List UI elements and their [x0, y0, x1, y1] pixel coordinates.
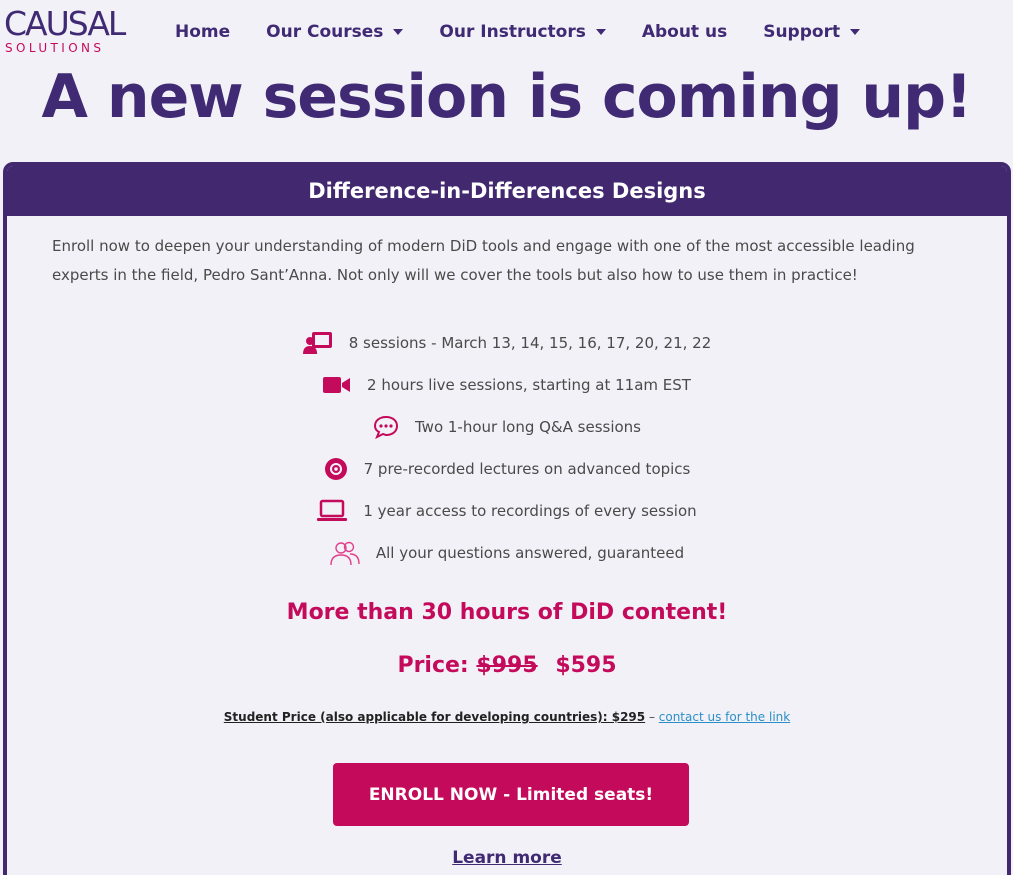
feature-item: 7 pre-recorded lectures on advanced topi… [7, 448, 1007, 490]
nav-home[interactable]: Home [175, 22, 230, 42]
users-icon [330, 541, 360, 566]
content-highlight: More than 30 hours of DiD content! [286, 600, 728, 625]
price-new: $595 [555, 653, 617, 678]
chevron-down-icon [850, 29, 861, 35]
nav-our-courses[interactable]: Our Courses [266, 22, 404, 42]
feature-item: Two 1-hour long Q&A sessions [7, 406, 1007, 448]
nav-support[interactable]: Support [763, 22, 861, 42]
nav-our-instructors-label: Our Instructors [439, 22, 586, 42]
feature-list: 8 sessions - March 13, 14, 15, 16, 17, 2… [7, 322, 1007, 574]
nav-home-label: Home [175, 22, 231, 42]
price-line: Price: $995 $595 [7, 653, 1007, 678]
page: CAUSAL SOLUTIONS Home Our Courses Our In… [0, 0, 1013, 875]
feature-text: 1 year access to recordings of every ses… [363, 502, 697, 520]
laptop-icon [317, 499, 348, 521]
price-label: Price: [397, 653, 469, 678]
feature-text: 2 hours live sessions, starting at 11am … [367, 376, 691, 394]
logo-sub-text: SOLUTIONS [5, 41, 105, 55]
page-headline: A new session is coming up! [41, 62, 973, 132]
logo[interactable]: CAUSAL SOLUTIONS [4, 6, 126, 56]
chat-bubble-icon [373, 415, 399, 439]
learn-more-link[interactable]: Learn more [7, 848, 1007, 868]
feature-text: 7 pre-recorded lectures on advanced topi… [363, 460, 691, 478]
nav-our-instructors[interactable]: Our Instructors [439, 22, 606, 42]
feature-text: 8 sessions - March 13, 14, 15, 16, 17, 2… [348, 334, 712, 352]
presentation-icon [302, 332, 332, 354]
feature-text: All your questions answered, guaranteed [375, 544, 685, 562]
chevron-down-icon [595, 29, 606, 35]
feature-item: 8 sessions - March 13, 14, 15, 16, 17, 2… [7, 322, 1007, 364]
feature-item: All your questions answered, guaranteed [7, 532, 1007, 574]
chevron-down-icon [393, 29, 404, 35]
feature-item: 2 hours live sessions, starting at 11am … [7, 364, 1007, 406]
price-old: $995 [476, 653, 538, 678]
student-price-dash: – [645, 710, 659, 724]
course-intro: Enroll now to deepen your understanding … [52, 237, 915, 284]
course-card: Difference-in-Differences Designs Enroll… [3, 162, 1011, 875]
nav-about-us-label: About us [641, 22, 728, 42]
video-camera-icon [323, 377, 351, 393]
contact-us-link[interactable]: contact us for the link [659, 710, 790, 724]
nav-our-courses-label: Our Courses [266, 22, 384, 42]
nav-about-us[interactable]: About us [642, 22, 727, 42]
course-title: Difference-in-Differences Designs [7, 166, 1007, 216]
nav-support-label: Support [763, 22, 841, 42]
logo-main-text: CAUSAL [4, 4, 126, 43]
student-price-text: Student Price (also applicable for devel… [223, 710, 646, 724]
enroll-now-button[interactable]: ENROLL NOW - Limited seats! [333, 763, 689, 826]
disc-icon [324, 458, 347, 480]
feature-text: Two 1-hour long Q&A sessions [415, 418, 641, 436]
main-nav: Home Our Courses Our Instructors About u… [175, 20, 896, 44]
feature-item: 1 year access to recordings of every ses… [7, 490, 1007, 532]
student-price-line: Student Price (also applicable for devel… [7, 710, 1007, 724]
